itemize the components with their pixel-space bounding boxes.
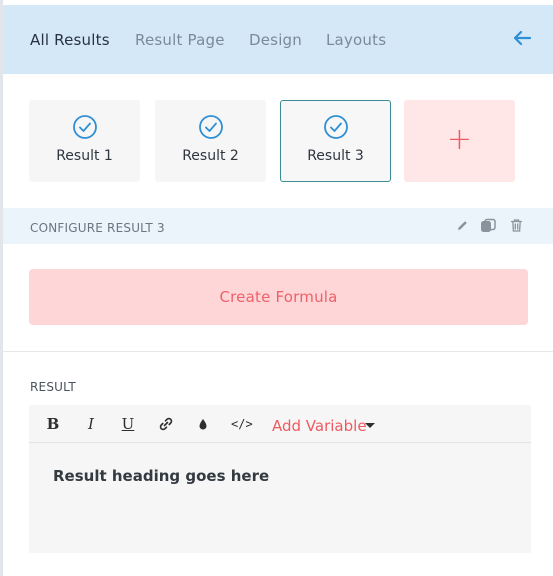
- code-button[interactable]: </>: [231, 415, 253, 433]
- editor-toolbar: B I U </> Add Variable: [29, 405, 531, 443]
- bold-button[interactable]: B: [46, 415, 60, 433]
- back-button[interactable]: [511, 27, 533, 49]
- plus-icon: +: [446, 122, 473, 157]
- result-card-label: Result 2: [182, 148, 239, 164]
- results-panel: All Results Result Page Design Layouts R…: [0, 0, 553, 576]
- droplet-icon: [199, 419, 207, 430]
- underline-button[interactable]: U: [121, 415, 135, 433]
- arrow-left-icon: [513, 30, 532, 46]
- check-circle-icon: [324, 115, 348, 139]
- result-card-1[interactable]: Result 1: [29, 100, 140, 182]
- configure-title: CONFIGURE RESULT 3: [30, 221, 165, 235]
- check-circle-icon: [199, 115, 223, 139]
- tab-result-page[interactable]: Result Page: [135, 31, 225, 49]
- add-result-button[interactable]: +: [404, 100, 515, 182]
- result-section-label: RESULT: [30, 380, 76, 394]
- section-divider: [3, 351, 553, 352]
- add-variable-dropdown[interactable]: Add Variable: [272, 417, 367, 435]
- result-card-2[interactable]: Result 2: [155, 100, 266, 182]
- chevron-down-icon[interactable]: [365, 423, 375, 428]
- result-card-label: Result 1: [56, 148, 113, 164]
- italic-button[interactable]: I: [85, 415, 97, 433]
- link-icon: [159, 417, 173, 431]
- configure-bar: CONFIGURE RESULT 3: [3, 208, 553, 244]
- tab-design[interactable]: Design: [249, 31, 302, 49]
- result-heading-text[interactable]: Result heading goes here: [53, 467, 269, 485]
- result-editor: B I U </> Add Variable Result heading go…: [29, 405, 531, 553]
- duplicate-icon[interactable]: [480, 218, 496, 233]
- tab-bar: All Results Result Page Design Layouts: [3, 5, 553, 74]
- link-button[interactable]: [158, 415, 174, 433]
- result-card-3[interactable]: Result 3: [280, 100, 391, 182]
- pencil-icon[interactable]: [455, 218, 470, 233]
- trash-icon[interactable]: [509, 218, 524, 233]
- tab-layouts[interactable]: Layouts: [326, 31, 386, 49]
- check-circle-icon: [73, 115, 97, 139]
- create-formula-button[interactable]: Create Formula: [29, 269, 528, 325]
- result-card-label: Result 3: [307, 148, 364, 164]
- tab-all-results[interactable]: All Results: [30, 31, 110, 49]
- text-color-button[interactable]: [197, 415, 209, 433]
